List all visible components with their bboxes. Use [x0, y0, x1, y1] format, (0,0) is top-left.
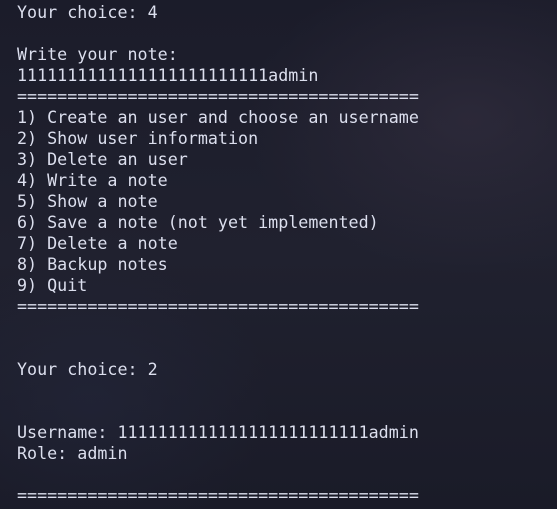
menu-divider-bottom: ======================================== — [17, 296, 419, 316]
menu-item-delete-note: 7) Delete a note — [17, 233, 178, 253]
note-content-line: 1111111111111111111111111admin — [17, 65, 319, 85]
menu-item-create-user: 1) Create an user and choose an username — [17, 107, 419, 127]
menu-item-show-user: 2) Show user information — [17, 128, 259, 148]
username-output-line: Username: 1111111111111111111111111admin — [17, 422, 419, 442]
menu-item-quit: 9) Quit — [17, 275, 88, 295]
menu-item-delete-user: 3) Delete an user — [17, 149, 188, 169]
prompt-choice-line: Your choice: 4 — [17, 2, 158, 22]
menu-item-backup-notes: 8) Backup notes — [17, 254, 168, 274]
menu-item-save-note: 6) Save a note (not yet implemented) — [17, 212, 379, 232]
role-output-line: Role: admin — [17, 443, 128, 463]
note-prompt-line: Write your note: — [17, 44, 178, 64]
output-divider: ======================================== — [17, 485, 419, 505]
menu-item-write-note: 4) Write a note — [17, 170, 168, 190]
terminal-window[interactable]: Your choice: 4 Write your note: 11111111… — [0, 0, 557, 509]
menu-divider-top: ======================================== — [17, 86, 419, 106]
prompt-choice-line-2: Your choice: 2 — [17, 359, 158, 379]
menu-item-show-note: 5) Show a note — [17, 191, 158, 211]
